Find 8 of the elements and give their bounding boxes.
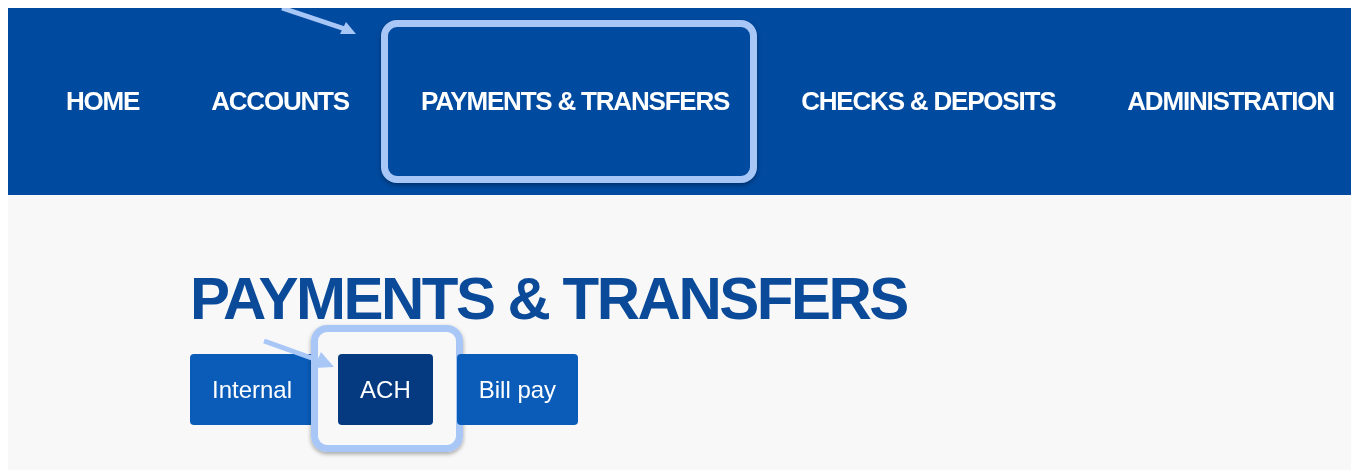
nav-link[interactable]: ADMINISTRATION (1127, 86, 1334, 116)
nav-link[interactable]: HOME (66, 86, 140, 116)
nav-link[interactable]: CHECKS & DEPOSITS (801, 86, 1056, 116)
page-title: PAYMENTS & TRANSFERS (190, 269, 907, 329)
tab-button[interactable]: Bill pay (456, 354, 579, 425)
nav-link[interactable]: PAYMENTS & TRANSFERS (420, 86, 730, 116)
tab-button[interactable]: ACH (338, 354, 433, 425)
nav-link[interactable]: ACCOUNTS (211, 86, 349, 116)
